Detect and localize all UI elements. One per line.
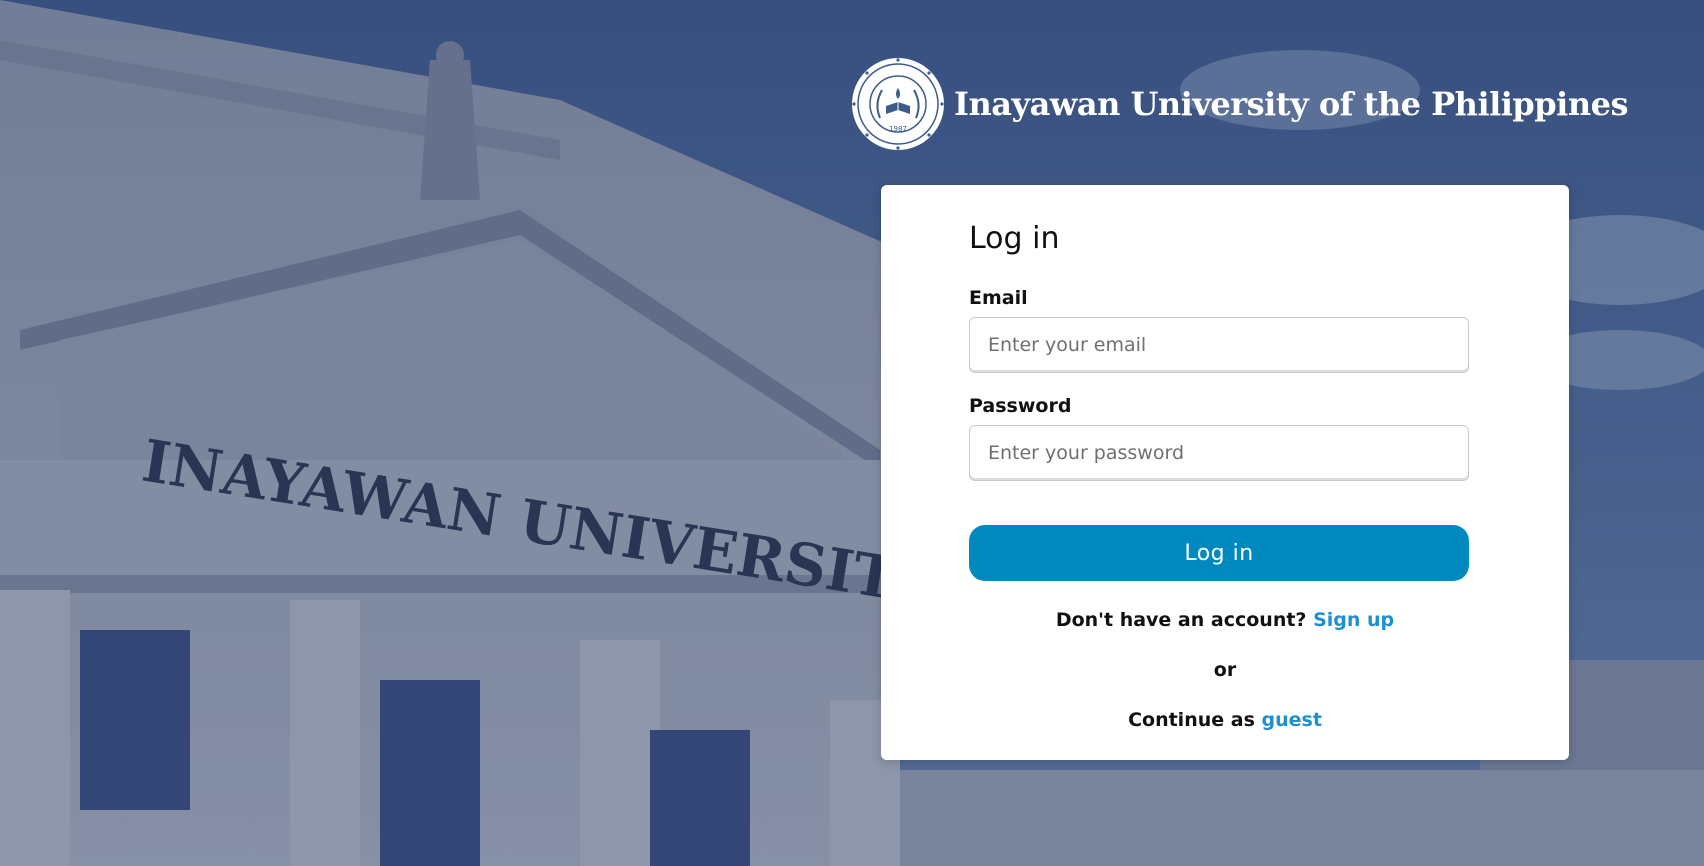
guest-prompt: Continue as <box>1128 709 1255 731</box>
or-divider: or <box>1213 659 1237 681</box>
login-page: INAYAWAN UNIVERSITY 1987 Inayawan Univer… <box>0 0 1704 866</box>
login-button[interactable]: Log in <box>969 525 1469 581</box>
signup-link[interactable]: Sign up <box>1313 609 1394 631</box>
seal-year: 1987 <box>889 125 907 133</box>
guest-line: Continue as guest <box>881 709 1569 731</box>
email-field[interactable] <box>969 317 1469 373</box>
university-name: Inayawan University of the Philippines <box>954 85 1628 123</box>
signup-line: Don't have an account? Sign up <box>881 609 1569 631</box>
password-field[interactable] <box>969 425 1469 481</box>
email-label: Email <box>969 287 1028 309</box>
password-label: Password <box>969 395 1072 417</box>
signup-prompt: Don't have an account? <box>1055 609 1307 631</box>
brand-header: 1987 Inayawan University of the Philippi… <box>850 56 1628 152</box>
login-title: Log in <box>969 221 1060 256</box>
login-card: Log in Email Password Log in Don't have … <box>881 185 1569 760</box>
university-seal-icon: 1987 <box>852 58 944 150</box>
guest-link[interactable]: guest <box>1262 709 1322 731</box>
